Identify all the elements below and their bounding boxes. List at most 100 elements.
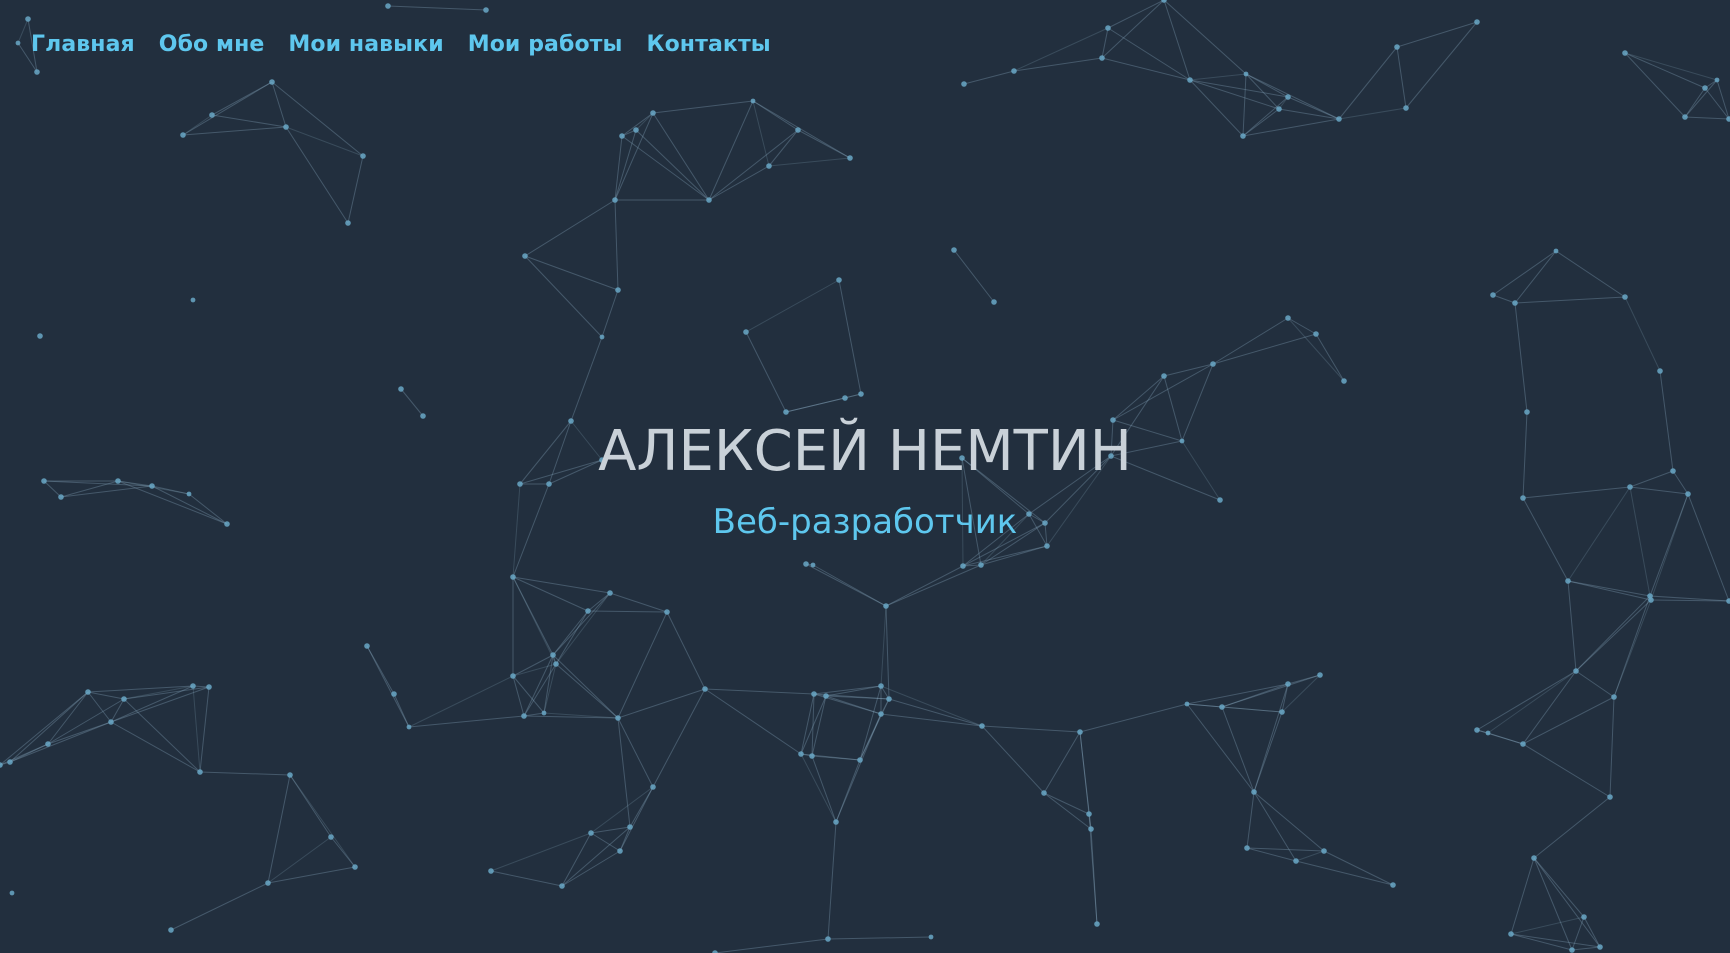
network-link bbox=[408, 675, 514, 728]
network-node bbox=[1512, 300, 1518, 306]
network-node bbox=[585, 608, 591, 614]
network-link bbox=[1212, 333, 1317, 365]
network-link bbox=[1253, 683, 1289, 793]
network-link bbox=[590, 786, 654, 834]
network-link bbox=[652, 100, 754, 114]
network-link bbox=[1624, 52, 1686, 118]
network-link bbox=[825, 685, 882, 697]
network-link bbox=[555, 610, 589, 665]
nav-contacts-link[interactable]: Контакты bbox=[647, 34, 771, 56]
network-node bbox=[750, 98, 756, 104]
network-node bbox=[1657, 368, 1663, 374]
network-link bbox=[617, 717, 631, 828]
network-link bbox=[285, 126, 364, 157]
network-node bbox=[9, 890, 15, 896]
network-node bbox=[488, 868, 494, 874]
network-node bbox=[550, 652, 556, 658]
network-link bbox=[614, 199, 619, 291]
network-node bbox=[1726, 598, 1730, 604]
network-link bbox=[1212, 317, 1289, 365]
network-link bbox=[619, 786, 654, 852]
network-link bbox=[524, 255, 619, 291]
network-node bbox=[180, 132, 186, 138]
network-node bbox=[979, 723, 985, 729]
network-link bbox=[1043, 731, 1081, 794]
network-link bbox=[981, 725, 1045, 794]
network-link bbox=[635, 129, 710, 201]
network-node bbox=[1293, 858, 1299, 864]
network-link bbox=[1107, 27, 1191, 81]
network-node bbox=[1088, 826, 1094, 832]
network-link bbox=[880, 605, 887, 687]
nav-home-link[interactable]: Главная bbox=[31, 34, 135, 56]
network-node bbox=[928, 934, 934, 940]
network-link bbox=[1221, 706, 1283, 713]
network-link bbox=[1323, 850, 1394, 886]
network-link bbox=[1242, 108, 1280, 137]
network-node bbox=[1077, 729, 1083, 735]
network-node bbox=[878, 711, 884, 717]
network-link bbox=[490, 832, 592, 872]
network-node bbox=[823, 693, 829, 699]
network-link bbox=[835, 713, 882, 823]
network-link bbox=[1575, 599, 1652, 672]
network-link bbox=[1287, 96, 1340, 120]
network-link bbox=[1492, 250, 1557, 296]
network-node bbox=[878, 683, 884, 689]
network-link bbox=[885, 564, 982, 607]
network-node bbox=[1317, 672, 1323, 678]
nav-works-link[interactable]: Мои работы bbox=[468, 34, 623, 56]
network-link bbox=[704, 688, 802, 755]
network-link bbox=[47, 691, 89, 745]
network-link bbox=[1186, 683, 1289, 705]
nav-skills-link[interactable]: Мои навыки bbox=[288, 34, 443, 56]
network-link bbox=[192, 685, 201, 773]
nav-about-link[interactable]: Обо мне bbox=[159, 34, 265, 56]
network-link bbox=[1567, 580, 1651, 597]
network-link bbox=[1575, 670, 1615, 698]
network-link bbox=[1189, 73, 1247, 81]
network-link bbox=[1107, 0, 1165, 29]
network-link bbox=[752, 100, 851, 159]
network-link bbox=[1583, 916, 1601, 948]
network-link bbox=[1246, 791, 1255, 849]
network-link bbox=[1514, 250, 1557, 304]
network-link bbox=[1245, 73, 1340, 120]
network-node bbox=[951, 247, 957, 253]
network-node bbox=[521, 713, 527, 719]
network-link bbox=[1112, 363, 1214, 421]
network-link bbox=[745, 279, 840, 333]
network-link bbox=[0, 743, 49, 766]
network-link bbox=[1101, 57, 1191, 81]
network-link bbox=[953, 249, 995, 303]
network-node bbox=[1285, 94, 1291, 100]
network-node bbox=[283, 124, 289, 130]
network-node bbox=[553, 661, 559, 667]
network-node bbox=[510, 574, 516, 580]
network-link bbox=[609, 592, 668, 613]
network-node bbox=[190, 683, 196, 689]
network-link bbox=[1684, 87, 1706, 118]
network-node bbox=[1474, 727, 1480, 733]
network-node bbox=[360, 153, 366, 159]
network-node bbox=[420, 413, 426, 419]
network-node bbox=[1622, 50, 1628, 56]
network-node bbox=[1011, 68, 1017, 74]
network-node bbox=[743, 329, 749, 335]
network-node bbox=[809, 753, 815, 759]
network-node bbox=[1390, 882, 1396, 888]
network-link bbox=[827, 821, 837, 940]
network-node bbox=[1403, 105, 1409, 111]
network-node bbox=[1726, 116, 1730, 122]
network-link bbox=[714, 938, 829, 953]
network-link bbox=[745, 331, 787, 413]
network-node bbox=[1607, 794, 1613, 800]
network-link bbox=[1405, 21, 1478, 109]
network-node bbox=[795, 127, 801, 133]
network-link bbox=[1315, 333, 1345, 382]
network-node bbox=[209, 112, 215, 118]
network-link bbox=[271, 81, 287, 128]
network-node bbox=[1611, 694, 1617, 700]
network-link bbox=[1242, 73, 1247, 137]
network-link bbox=[1567, 580, 1577, 672]
